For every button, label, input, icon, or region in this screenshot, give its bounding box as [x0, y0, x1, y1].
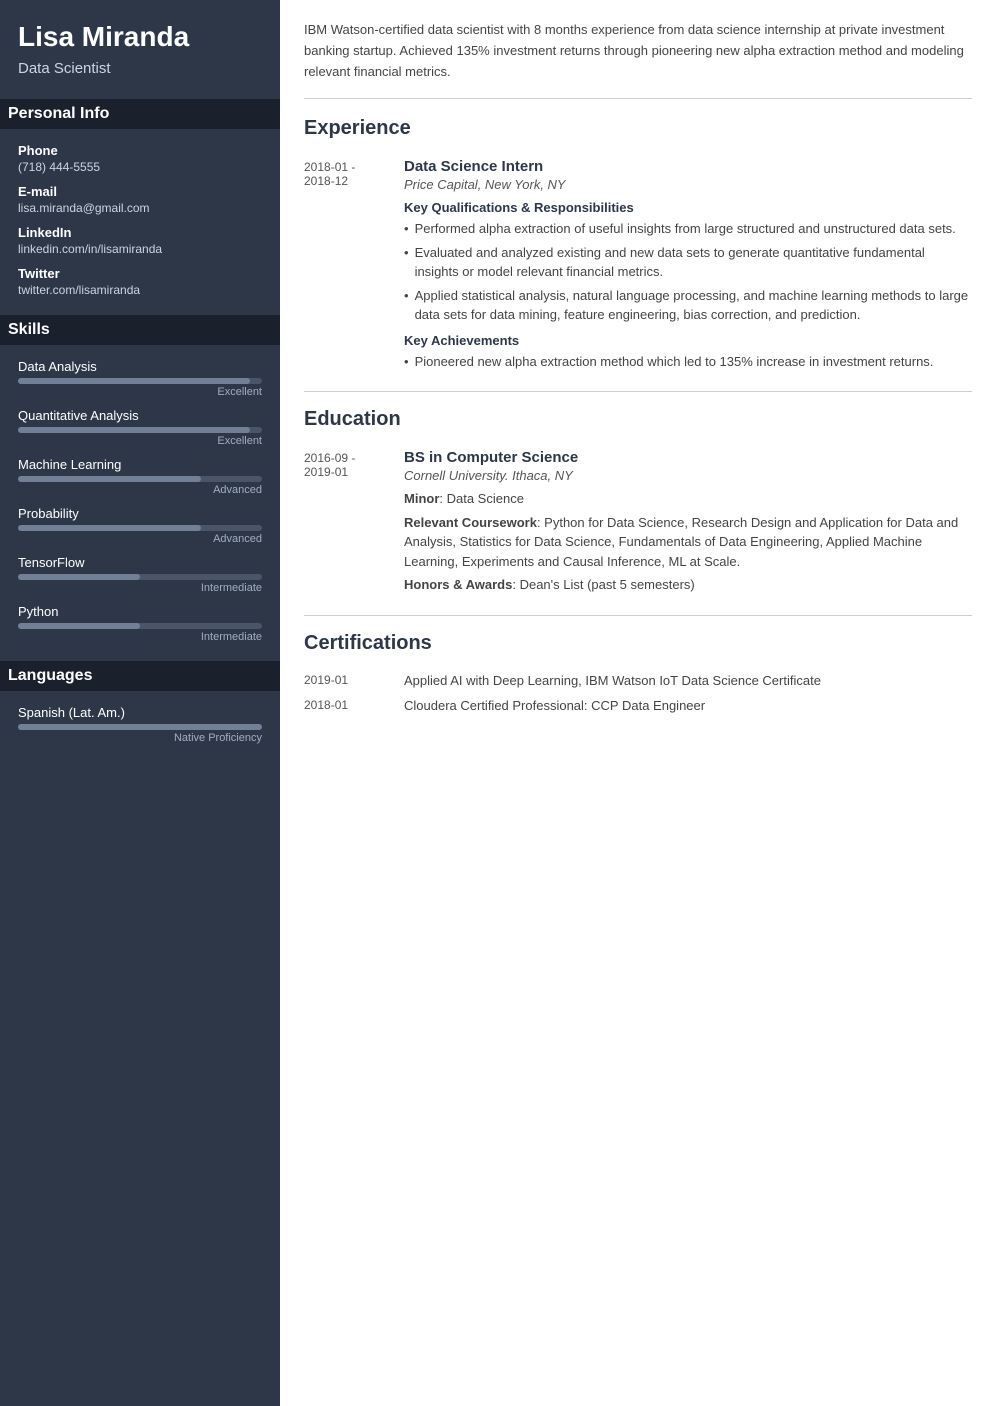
divider-certifications [304, 615, 972, 616]
skill-level: Excellent [18, 386, 262, 398]
education-dates: 2016-09 - 2019-01 [304, 449, 404, 599]
skill-name: TensorFlow [18, 555, 262, 570]
skill-name: Quantitative Analysis [18, 408, 262, 423]
minor-field: Minor: Data Science [404, 489, 972, 509]
language-level: Native Proficiency [18, 732, 262, 744]
skill-bar [18, 476, 262, 482]
phone-value: (718) 444-5555 [18, 160, 262, 174]
divider-education [304, 391, 972, 392]
experience-dates: 2018-01 - 2018-12 [304, 158, 404, 375]
company-name: Price Capital, New York, NY [404, 177, 972, 192]
education-entry: 2016-09 - 2019-01 BS in Computer Science… [304, 449, 972, 599]
certifications-heading: Certifications [304, 632, 972, 659]
skill-bar [18, 427, 262, 433]
twitter-label: Twitter [18, 266, 262, 281]
qualifications-label: Key Qualifications & Responsibilities [404, 200, 972, 215]
skill-bar-fill [18, 525, 201, 531]
skill-level: Intermediate [18, 582, 262, 594]
skill-bar [18, 623, 262, 629]
experience-heading: Experience [304, 117, 972, 144]
skill-bar-fill [18, 427, 250, 433]
certifications-container: 2019-01 Applied AI with Deep Learning, I… [304, 673, 972, 713]
linkedin-value: linkedin.com/in/lisamiranda [18, 242, 262, 256]
language-item: Spanish (Lat. Am.) Native Proficiency [18, 705, 262, 744]
cert-text: Cloudera Certified Professional: CCP Dat… [404, 698, 705, 713]
skill-item: Data Analysis Excellent [18, 359, 262, 398]
certification-entry: 2018-01 Cloudera Certified Professional:… [304, 698, 972, 713]
bullet-2: Evaluated and analyzed existing and new … [404, 243, 972, 282]
skill-name: Probability [18, 506, 262, 521]
skill-bar-fill [18, 574, 140, 580]
languages-container: Spanish (Lat. Am.) Native Proficiency [18, 705, 262, 744]
summary-text: IBM Watson-certified data scientist with… [304, 20, 972, 99]
linkedin-label: LinkedIn [18, 225, 262, 240]
skills-container: Data Analysis Excellent Quantitative Ana… [18, 359, 262, 643]
skill-item: Machine Learning Advanced [18, 457, 262, 496]
cert-date: 2019-01 [304, 673, 404, 688]
honors-field: Honors & Awards: Dean's List (past 5 sem… [404, 575, 972, 595]
main-content: IBM Watson-certified data scientist with… [280, 0, 996, 1406]
skill-level: Intermediate [18, 631, 262, 643]
school-name: Cornell University. Ithaca, NY [404, 468, 972, 483]
experience-entry: 2018-01 - 2018-12 Data Science Intern Pr… [304, 158, 972, 375]
skill-bar [18, 525, 262, 531]
skills-heading: Skills [0, 315, 280, 345]
education-heading: Education [304, 408, 972, 435]
skill-name: Data Analysis [18, 359, 262, 374]
skill-item: Python Intermediate [18, 604, 262, 643]
skill-level: Advanced [18, 484, 262, 496]
skill-name: Python [18, 604, 262, 619]
skill-name: Machine Learning [18, 457, 262, 472]
certification-entry: 2019-01 Applied AI with Deep Learning, I… [304, 673, 972, 688]
skill-item: TensorFlow Intermediate [18, 555, 262, 594]
skill-bar [18, 378, 262, 384]
skill-bar-fill [18, 378, 250, 384]
phone-label: Phone [18, 143, 262, 158]
bullet-1: Performed alpha extraction of useful ins… [404, 219, 972, 239]
skill-item: Quantitative Analysis Excellent [18, 408, 262, 447]
experience-body: Data Science Intern Price Capital, New Y… [404, 158, 972, 375]
languages-heading: Languages [0, 661, 280, 691]
cert-text: Applied AI with Deep Learning, IBM Watso… [404, 673, 821, 688]
skill-item: Probability Advanced [18, 506, 262, 545]
job-title: Data Science Intern [404, 158, 972, 175]
skill-level: Advanced [18, 533, 262, 545]
skill-bar [18, 574, 262, 580]
candidate-name: Lisa Miranda [18, 20, 262, 54]
achievement-1: Pioneered new alpha extraction method wh… [404, 352, 972, 372]
bullet-3: Applied statistical analysis, natural la… [404, 286, 972, 325]
candidate-title: Data Scientist [18, 60, 262, 77]
email-value: lisa.miranda@gmail.com [18, 201, 262, 215]
degree-title: BS in Computer Science [404, 449, 972, 466]
language-bar-fill [18, 724, 262, 730]
coursework-field: Relevant Coursework: Python for Data Sci… [404, 513, 972, 572]
education-body: BS in Computer Science Cornell Universit… [404, 449, 972, 599]
achievements-label: Key Achievements [404, 333, 972, 348]
skill-level: Excellent [18, 435, 262, 447]
cert-date: 2018-01 [304, 698, 404, 713]
twitter-value: twitter.com/lisamiranda [18, 283, 262, 297]
email-label: E-mail [18, 184, 262, 199]
language-name: Spanish (Lat. Am.) [18, 705, 262, 720]
personal-info-heading: Personal Info [0, 99, 280, 129]
skill-bar-fill [18, 623, 140, 629]
skill-bar-fill [18, 476, 201, 482]
sidebar: Lisa Miranda Data Scientist Personal Inf… [0, 0, 280, 1406]
language-bar [18, 724, 262, 730]
